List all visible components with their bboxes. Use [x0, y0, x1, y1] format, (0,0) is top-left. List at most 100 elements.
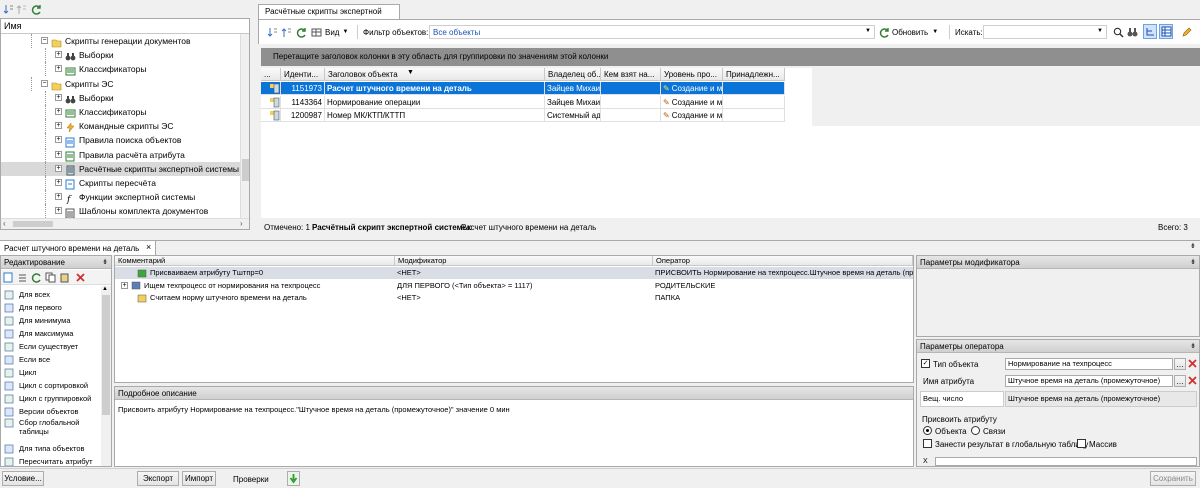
object-type-field[interactable]: Нормирование на техпроцесс [1005, 358, 1173, 370]
sort-down-icon[interactable] [267, 27, 278, 38]
expand-icon[interactable]: + [55, 164, 62, 172]
command-scrollbar[interactable]: ▲ [101, 286, 111, 466]
expand-icon[interactable]: + [55, 193, 62, 201]
refresh-icon[interactable] [31, 4, 42, 15]
collapse-icon[interactable]: − [41, 37, 48, 44]
command-item[interactable]: Цикл с группировкой [4, 392, 91, 405]
command-item[interactable]: Если все [4, 353, 50, 366]
editor-tab[interactable]: Расчет штучного времени на деталь × [0, 241, 156, 255]
column-header[interactable]: Владелец об... [545, 68, 601, 81]
pin-icon[interactable]: ⇟ [102, 256, 108, 269]
filter-select[interactable]: Все объекты ▼ [429, 25, 875, 39]
conditions-button[interactable]: Условие... [2, 471, 44, 486]
command-item[interactable]: Для первого [4, 301, 62, 314]
attribute-browse-button[interactable]: … [1174, 375, 1186, 387]
expand-icon[interactable]: + [55, 150, 62, 158]
scroll-left-icon[interactable]: ‹ [3, 219, 6, 228]
column-header[interactable]: Уровень про... [661, 68, 723, 81]
search-input[interactable]: ▼ [983, 25, 1107, 39]
expand-icon[interactable]: + [55, 207, 62, 215]
tree-item[interactable]: + Классификаторы [1, 105, 240, 119]
tree-mode-toggle[interactable] [1143, 24, 1157, 39]
refresh-icon[interactable] [31, 272, 42, 283]
command-scroll-thumb[interactable] [102, 295, 110, 415]
expand-icon[interactable]: + [55, 108, 62, 115]
expand-icon[interactable]: + [55, 179, 62, 186]
copy-icon[interactable] [45, 272, 56, 283]
scroll-right-icon[interactable]: › [240, 219, 243, 228]
paste-icon[interactable] [59, 272, 70, 283]
script-column-header[interactable]: Модификатор [395, 256, 653, 266]
expand-icon[interactable]: + [55, 51, 62, 59]
sort-up-icon[interactable] [16, 4, 27, 15]
pin-icon[interactable]: ⇟ [1190, 340, 1196, 353]
sort-up-icon[interactable] [281, 27, 292, 38]
column-header[interactable]: Заголовок объекта [325, 68, 545, 81]
tree-item[interactable]: + Командные скрипты ЭС [1, 119, 240, 134]
vertical-splitter[interactable] [250, 18, 258, 230]
run-checks-button[interactable] [287, 471, 300, 486]
column-header[interactable]: ... [261, 68, 281, 81]
x-field[interactable] [935, 457, 1197, 466]
tree-item[interactable]: + Классификаторы [1, 62, 240, 77]
column-header[interactable]: Кем взят на... [601, 68, 661, 81]
list-icon[interactable] [17, 272, 28, 283]
new-item-icon[interactable] [3, 272, 14, 283]
command-item[interactable]: Для максимума [4, 327, 73, 340]
tree-item[interactable]: − Скрипты генерации документов [1, 34, 240, 48]
expand-icon[interactable]: + [55, 93, 62, 101]
radio-link[interactable] [971, 426, 980, 435]
tree-item[interactable]: + Расчётные скрипты экспертной системы [1, 161, 240, 176]
binoculars-icon[interactable] [1127, 27, 1138, 38]
delete-icon[interactable] [75, 272, 86, 283]
command-item[interactable]: Для минимума [4, 314, 71, 327]
refresh-button[interactable]: Обновить ▼ [879, 25, 945, 39]
global-table-checkbox[interactable] [923, 439, 932, 448]
tree-hscroll-thumb[interactable] [13, 221, 53, 227]
expand-icon[interactable]: + [55, 65, 62, 73]
tree-item[interactable]: + Правила поиска объектов [1, 133, 240, 148]
command-item[interactable]: Цикл с сортировкой [4, 379, 88, 392]
search-icon[interactable] [1113, 27, 1124, 38]
group-by-area[interactable]: Перетащите заголовок колонки в эту облас… [261, 48, 1200, 66]
pin-icon[interactable]: ⇟ [1190, 256, 1196, 269]
collapse-icon[interactable]: − [41, 79, 48, 87]
object-type-checkbox[interactable]: ✓ [921, 359, 930, 368]
delete-icon[interactable] [1187, 375, 1198, 386]
command-item[interactable]: Пересчитать атрибут [4, 455, 93, 466]
tree-item[interactable]: + Правила расчёта атрибута [1, 147, 240, 162]
tab-expert-scripts[interactable]: Расчётные скрипты экспертной системы [258, 4, 400, 30]
tree-vscrollbar[interactable] [240, 34, 249, 218]
tree-item[interactable]: + Выборки [1, 90, 240, 105]
tree-vscroll-thumb[interactable] [242, 159, 249, 181]
sort-down-icon[interactable] [3, 4, 14, 15]
delete-icon[interactable] [1187, 358, 1198, 369]
script-column-header[interactable]: Комментарий [115, 256, 395, 266]
array-checkbox[interactable] [1077, 439, 1086, 448]
pin-icon[interactable]: ⇟ [1190, 242, 1196, 250]
tree-item[interactable]: + Выборки [1, 48, 240, 63]
save-button[interactable]: Сохранить [1150, 471, 1196, 486]
attribute-field[interactable]: Штучное время на деталь (промежуточное) [1005, 375, 1173, 387]
command-item[interactable]: Если существует [4, 340, 78, 353]
export-button[interactable]: Экспорт [137, 471, 179, 486]
command-item[interactable]: Для всех [4, 288, 50, 301]
script-column-header[interactable]: Оператор [653, 256, 913, 266]
table-mode-toggle[interactable] [1159, 24, 1173, 39]
scroll-up-icon[interactable]: ▲ [102, 286, 108, 292]
refresh-icon[interactable] [296, 27, 307, 38]
view-menu-button[interactable]: Вид ▼ [311, 24, 353, 40]
radio-object[interactable] [923, 426, 932, 435]
command-item[interactable]: Версии объектов [4, 405, 79, 418]
command-item[interactable]: Цикл [4, 366, 36, 379]
command-item[interactable]: Сбор глобальной таблицы [4, 418, 90, 440]
pencil-icon[interactable] [1181, 27, 1192, 38]
object-type-browse-button[interactable]: … [1174, 358, 1186, 370]
expand-icon[interactable]: + [55, 122, 62, 130]
command-item[interactable]: Для типа объектов [4, 442, 85, 455]
tree-item[interactable]: − Скрипты ЭС [1, 76, 240, 91]
tree-item[interactable]: + Скрипты пересчёта [1, 176, 240, 190]
import-button[interactable]: Импорт [182, 471, 216, 486]
close-icon[interactable]: × [146, 241, 151, 254]
column-header[interactable]: Принадлежн... [723, 68, 785, 81]
